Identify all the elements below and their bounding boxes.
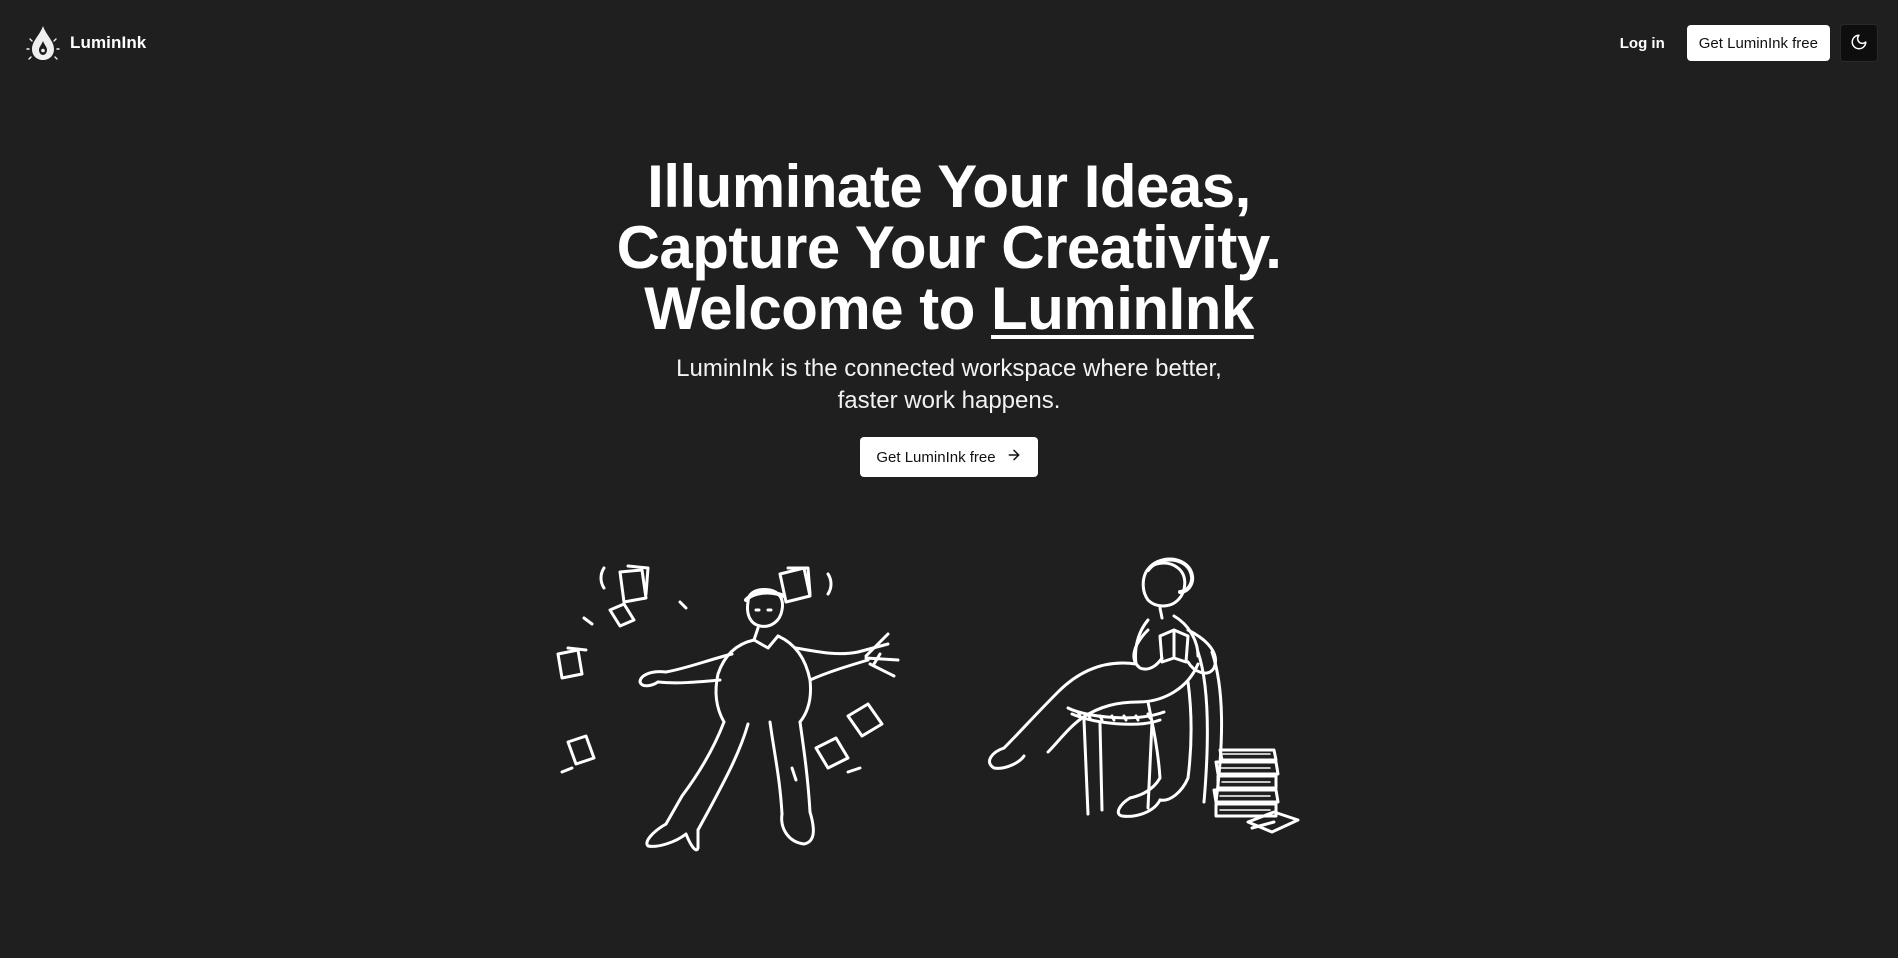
hero-title-line-3: Welcome to LuminInk <box>617 278 1282 339</box>
ink-drop-icon <box>26 23 60 63</box>
brand-home-link[interactable]: LuminInk <box>26 23 146 63</box>
hero-title-welcome: Welcome to <box>644 275 992 342</box>
nav-actions: Log in Get LuminInk free <box>1608 24 1878 62</box>
login-button[interactable]: Log in <box>1608 26 1677 61</box>
hero-cta-label: Get LuminInk free <box>876 448 996 466</box>
hero-title: Illuminate Your Ideas, Capture Your Crea… <box>617 156 1282 339</box>
get-free-hero-button[interactable]: Get LuminInk free <box>860 437 1038 477</box>
hero-section: Illuminate Your Ideas, Capture Your Crea… <box>0 156 1898 477</box>
hero-title-brand: LuminInk <box>991 275 1254 342</box>
reading-woman-illustration <box>988 557 1300 834</box>
landing-page: LuminInk Log in Get LuminInk free Illumi… <box>0 0 1898 958</box>
hero-title-line-1: Illuminate Your Ideas, <box>647 153 1251 220</box>
moon-icon <box>1850 33 1868 54</box>
hero-illustrations <box>548 552 1308 868</box>
theme-toggle-button[interactable] <box>1840 24 1878 62</box>
get-free-nav-button[interactable]: Get LuminInk free <box>1686 25 1830 61</box>
brand-name: LuminInk <box>70 33 147 52</box>
hero-title-line-2: Capture Your Creativity. <box>616 214 1282 281</box>
juggling-papers-man-illustration <box>556 564 900 852</box>
arrow-right-icon <box>1006 447 1022 467</box>
hero-subtitle: LuminInk is the connected workspace wher… <box>676 355 1222 414</box>
top-navbar: LuminInk Log in Get LuminInk free <box>0 0 1898 86</box>
